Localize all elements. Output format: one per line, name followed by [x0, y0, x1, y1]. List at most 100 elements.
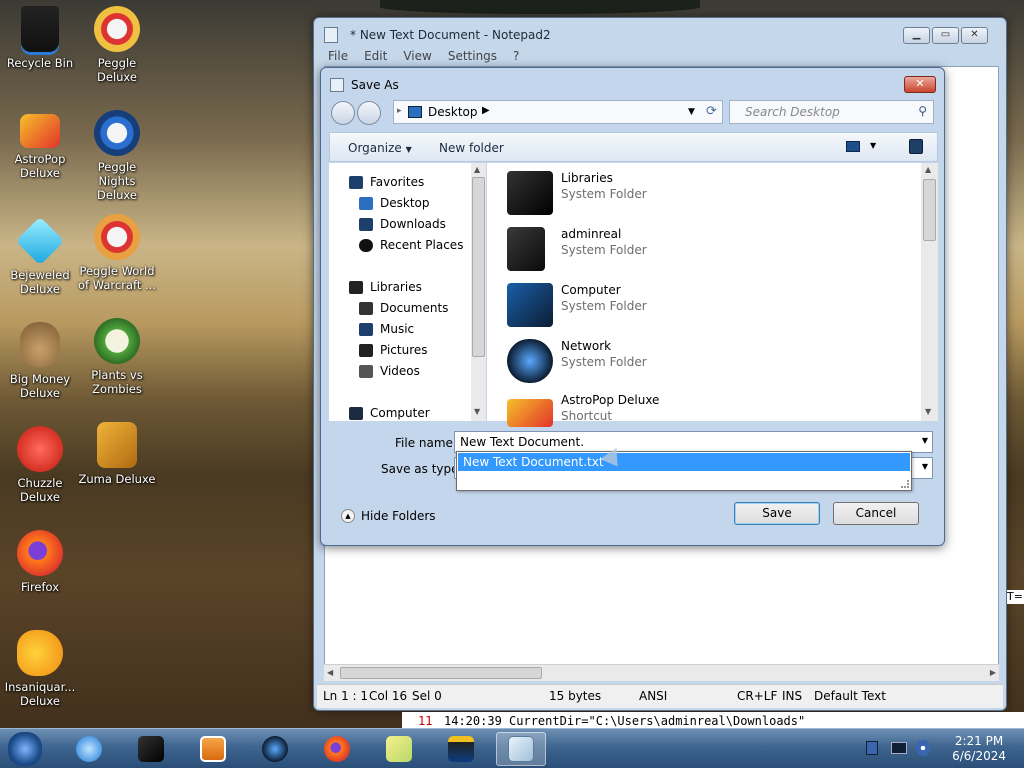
- tray-volume-icon[interactable]: [916, 740, 930, 756]
- file-item-computer[interactable]: Computer System Folder: [507, 283, 647, 327]
- nav-videos[interactable]: Videos: [359, 364, 420, 378]
- menu-edit[interactable]: Edit: [364, 49, 387, 63]
- menu-settings[interactable]: Settings: [448, 49, 497, 63]
- libraries-icon: [138, 736, 164, 762]
- taskbar-firefox[interactable]: [316, 732, 358, 766]
- pictures-icon: [359, 343, 373, 357]
- nav-libraries[interactable]: Libraries: [349, 280, 422, 294]
- file-type: System Folder: [561, 299, 647, 313]
- refresh-icon[interactable]: ⟳: [706, 104, 717, 119]
- system-clock[interactable]: 2:21 PM 6/6/2024: [952, 734, 1006, 764]
- taskbar-libraries[interactable]: [130, 732, 172, 766]
- start-button[interactable]: [4, 732, 46, 766]
- file-name-dropdown-icon[interactable]: ▼: [922, 436, 928, 445]
- hide-folders-toggle[interactable]: ▲ Hide Folders: [341, 509, 436, 523]
- maximize-button[interactable]: ▭: [932, 27, 959, 44]
- tray-action-center-icon[interactable]: [866, 741, 878, 755]
- save-button[interactable]: Save: [734, 502, 820, 525]
- scroll-left-icon[interactable]: ◀: [327, 668, 333, 677]
- desktop-icon-bejeweled[interactable]: Bejeweled Deluxe: [1, 216, 79, 296]
- nav-scroll-thumb[interactable]: [472, 177, 485, 357]
- forward-button[interactable]: [357, 101, 381, 125]
- close-button[interactable]: ✕: [961, 27, 988, 44]
- tray-network-icon[interactable]: [891, 742, 907, 754]
- scroll-right-icon[interactable]: ▶: [990, 668, 996, 677]
- desktop-icon-insaniquarium[interactable]: Insaniquar... Deluxe: [1, 630, 79, 708]
- desktop-icon-peggle-nights[interactable]: Peggle Nights Deluxe: [78, 110, 156, 202]
- scroll-down-icon[interactable]: ▼: [925, 407, 931, 416]
- desktop-icon-firefox[interactable]: Firefox: [1, 530, 79, 594]
- nav-music[interactable]: Music: [359, 322, 414, 336]
- desktop-folder-icon: [408, 106, 422, 118]
- breadcrumb-arrow-icon[interactable]: ▶: [482, 105, 490, 116]
- menu-help[interactable]: ?: [513, 49, 519, 63]
- cancel-button[interactable]: Cancel: [833, 502, 919, 525]
- address-dropdown-icon[interactable]: ▼: [688, 107, 695, 117]
- notepad-icon: [508, 736, 534, 762]
- organize-button[interactable]: Organize ▼: [348, 141, 412, 155]
- scroll-up-icon[interactable]: ▲: [925, 165, 931, 174]
- nav-scrollbar[interactable]: ▲ ▼: [471, 163, 486, 421]
- type-dropdown-icon[interactable]: ▼: [922, 462, 928, 471]
- file-item-astropop[interactable]: AstroPop Deluxe Shortcut: [507, 393, 659, 427]
- nav-favorites[interactable]: Favorites: [349, 175, 424, 189]
- desktop-icon-plants-vs-zombies[interactable]: Plants vs Zombies: [78, 318, 156, 396]
- desktop-icon-peggle[interactable]: Peggle Deluxe: [78, 6, 156, 84]
- desktop-icon-label: AstroPop Deluxe: [14, 152, 66, 180]
- back-button[interactable]: [331, 101, 355, 125]
- file-scrollbar[interactable]: ▲ ▼: [921, 163, 938, 421]
- minimize-button[interactable]: ▁: [903, 27, 930, 44]
- nav-label: Favorites: [370, 175, 425, 189]
- desktop-icon-chuzzle[interactable]: Chuzzle Deluxe: [1, 426, 79, 504]
- menu-file[interactable]: File: [328, 49, 348, 63]
- help-icon[interactable]: [909, 139, 923, 154]
- desktop-icon-recycle-bin[interactable]: Recycle Bin: [1, 6, 79, 70]
- scroll-up-icon[interactable]: ▲: [474, 165, 480, 174]
- scroll-thumb[interactable]: [340, 667, 542, 679]
- taskbar-notepad2[interactable]: [496, 732, 546, 766]
- taskbar-internet-explorer[interactable]: [68, 732, 110, 766]
- zuma-icon: [97, 422, 137, 468]
- nav-downloads[interactable]: Downloads: [359, 217, 446, 231]
- file-type: System Folder: [561, 187, 647, 201]
- menu-view[interactable]: View: [403, 49, 431, 63]
- desktop-icon-zuma[interactable]: Zuma Deluxe: [78, 422, 156, 486]
- address-bar[interactable]: ▸ Desktop ▶ ▼ ⟳: [393, 100, 723, 124]
- nav-documents[interactable]: Documents: [359, 301, 448, 315]
- file-scroll-thumb[interactable]: [923, 179, 936, 241]
- taskbar-save-app[interactable]: [440, 732, 482, 766]
- network-globe-icon: [262, 736, 288, 762]
- taskbar-sticky-notes[interactable]: [378, 732, 420, 766]
- status-size: 15 bytes: [549, 689, 602, 703]
- file-name-input[interactable]: New Text Document. ▼: [454, 431, 933, 453]
- desktop-icon-label: Insaniquar... Deluxe: [4, 680, 76, 708]
- taskbar-globe[interactable]: [254, 732, 296, 766]
- nav-computer[interactable]: Computer: [349, 406, 430, 420]
- status-eol: CR+LF: [737, 689, 778, 703]
- desktop-icon-peggle-wow[interactable]: Peggle World of Warcraft ...: [78, 214, 156, 292]
- desktop-icon-astropop[interactable]: AstroPop Deluxe: [1, 114, 79, 180]
- dialog-close-button[interactable]: ✕: [904, 76, 936, 93]
- nav-label: Downloads: [380, 217, 446, 231]
- file-item-network[interactable]: Network System Folder: [507, 339, 647, 383]
- taskbar-media-player[interactable]: [192, 732, 234, 766]
- nav-recent-places[interactable]: Recent Places: [359, 238, 463, 252]
- network-globe-icon: [507, 339, 553, 383]
- desktop-icon-big-money[interactable]: Big Money Deluxe: [1, 322, 79, 400]
- search-icon[interactable]: ⚲: [918, 104, 927, 118]
- file-item-adminreal[interactable]: adminreal System Folder: [507, 227, 647, 271]
- autocomplete-item[interactable]: New Text Document.txt: [458, 453, 910, 471]
- organize-label: Organize: [348, 141, 402, 155]
- new-folder-button[interactable]: New folder: [439, 141, 504, 155]
- file-item-libraries[interactable]: Libraries System Folder: [507, 171, 647, 215]
- desktop-icon-label: Bejeweled Deluxe: [10, 268, 70, 296]
- resize-grip-icon[interactable]: [901, 480, 909, 488]
- scroll-down-icon[interactable]: ▼: [474, 407, 480, 416]
- chuzzle-icon: [17, 426, 63, 472]
- nav-desktop[interactable]: Desktop: [359, 196, 430, 210]
- horizontal-scrollbar[interactable]: ◀ ▶: [324, 664, 999, 681]
- search-input[interactable]: Search Desktop ⚲: [729, 100, 934, 124]
- nav-pictures[interactable]: Pictures: [359, 343, 428, 357]
- view-options-icon[interactable]: [846, 141, 860, 152]
- view-dropdown-icon[interactable]: ▼: [870, 141, 876, 150]
